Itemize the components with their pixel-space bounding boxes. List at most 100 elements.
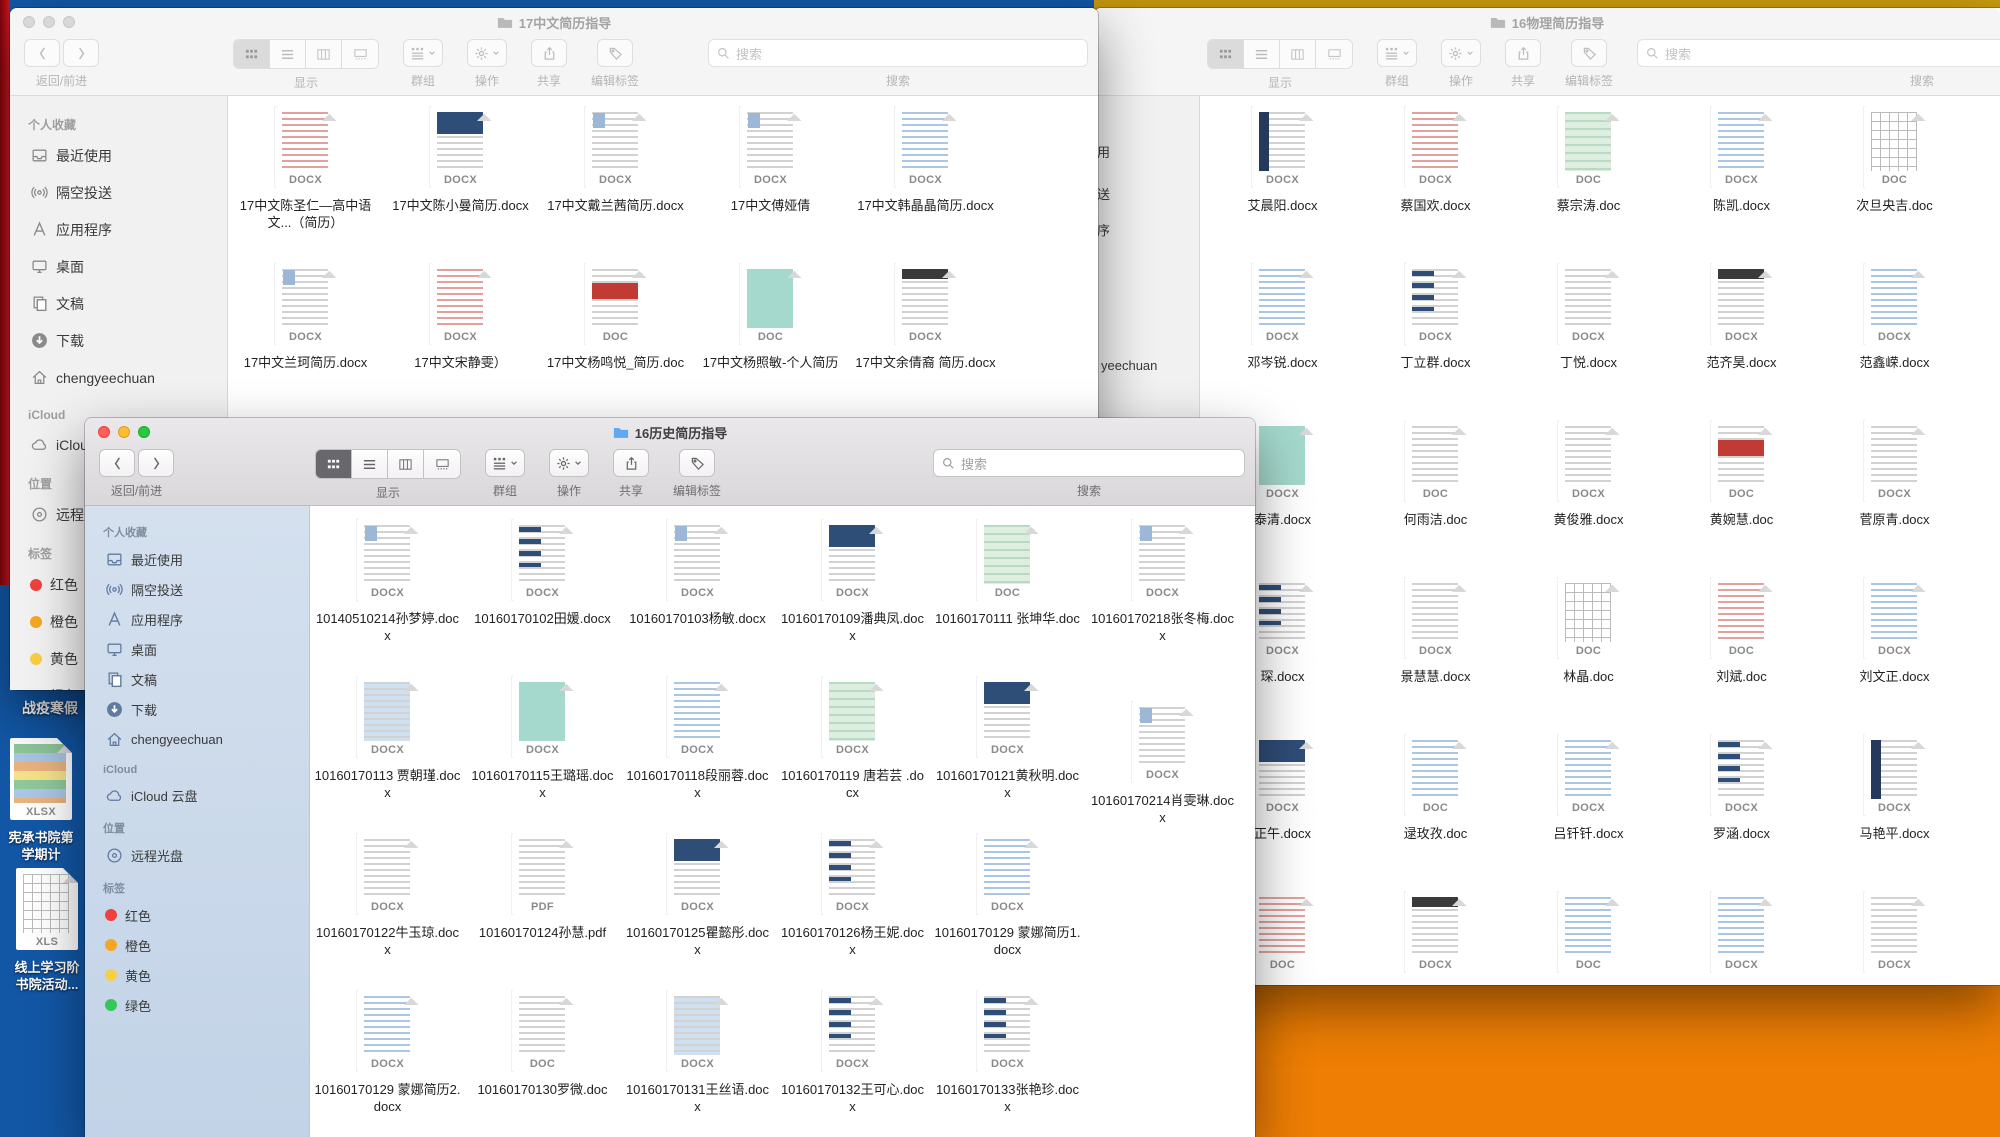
back-button[interactable] <box>24 39 60 67</box>
view-gallery-button[interactable] <box>424 450 460 478</box>
action-button[interactable] <box>549 449 589 477</box>
sidebar-item-黄色[interactable]: 黄色 <box>97 960 309 990</box>
file-item[interactable]: DOC逯玫孜.doc <box>1359 734 1512 891</box>
group-button[interactable] <box>403 39 443 67</box>
view-icons-button[interactable] <box>1208 40 1244 68</box>
file-item[interactable]: DOCX17中文陈小曼简历.docx <box>383 106 538 263</box>
file-item[interactable]: DOCX10160170218张冬梅.docx <box>1085 519 1240 676</box>
view-columns-button[interactable] <box>1280 40 1316 68</box>
file-item[interactable]: PDF10160170124孙慧.pdf <box>465 833 620 990</box>
file-item[interactable]: DOCX吕钎钎.docx <box>1512 734 1665 891</box>
edit-tags-button[interactable] <box>679 449 715 477</box>
sidebar-item-红色[interactable]: 红色 <box>97 900 309 930</box>
group-button[interactable] <box>1377 39 1417 67</box>
file-item[interactable]: DOCX艾晨阳.docx <box>1206 106 1359 263</box>
action-button[interactable] <box>1441 39 1481 67</box>
view-columns-button[interactable] <box>388 450 424 478</box>
sidebar-item-应用程序[interactable]: 应用程序 <box>97 604 309 634</box>
minimize-button[interactable] <box>118 426 130 438</box>
file-item[interactable]: DOCX陈凯.docx <box>1665 106 1818 263</box>
back-button[interactable] <box>99 449 135 477</box>
sidebar-item-fragment[interactable]: 用 <box>1097 142 1110 161</box>
finder-window-16-history[interactable]: 16历史简历指导 返回/前进 显示 <box>85 418 1255 1137</box>
sidebar-item-隔空投送[interactable]: 隔空投送 <box>22 174 227 211</box>
forward-button[interactable] <box>138 449 174 477</box>
sidebar-item-iCloud 云盘[interactable]: iCloud 云盘 <box>97 780 309 810</box>
share-button[interactable] <box>531 39 567 67</box>
file-item[interactable]: DOCX10160170113 贾朝瑾.docx <box>310 676 465 833</box>
sidebar-item-远程光盘[interactable]: 远程光盘 <box>97 840 309 870</box>
file-item[interactable]: DOC林晶.doc <box>1512 577 1665 734</box>
close-button[interactable] <box>23 16 35 28</box>
view-gallery-button[interactable] <box>342 40 378 68</box>
file-item[interactable]: DOCX17中文余倩裔 简历.docx <box>848 263 1003 420</box>
file-item[interactable]: DOC10160170111 张坤华.doc <box>930 519 1085 676</box>
file-item[interactable]: DOCX10160170103杨敏.docx <box>620 519 775 676</box>
file-item[interactable]: DOCX范鑫嵘.docx <box>1818 263 1971 420</box>
file-item[interactable]: DOCX17中文陈圣仁—高中语文...（简历） <box>228 106 383 263</box>
file-item[interactable]: DOCX10160170125瞿懿彤.docx <box>620 833 775 990</box>
sidebar-item-橙色[interactable]: 橙色 <box>97 930 309 960</box>
view-icons-button[interactable] <box>234 40 270 68</box>
zoom-button[interactable] <box>63 16 75 28</box>
file-item[interactable]: DOC <box>1512 891 1665 985</box>
view-list-button[interactable] <box>352 450 388 478</box>
file-item[interactable]: DOCX <box>1665 891 1818 985</box>
file-item[interactable]: DOCX丁立群.docx <box>1359 263 1512 420</box>
file-item[interactable]: DOC刘斌.doc <box>1665 577 1818 734</box>
file-item[interactable]: DOCX10160170121黄秋明.docx <box>930 676 1085 833</box>
titlebar[interactable]: 17中文简历指导 <box>10 8 1098 36</box>
file-item[interactable]: DOC蔡宗涛.doc <box>1512 106 1665 263</box>
share-button[interactable] <box>1505 39 1541 67</box>
sidebar-item-下载[interactable]: 下载 <box>97 694 309 724</box>
sidebar-item-下载[interactable]: 下载 <box>22 322 227 359</box>
file-item[interactable]: DOCX10160170126杨王妮.docx <box>775 833 930 990</box>
file-item[interactable]: DOC黄婉慧.doc <box>1665 420 1818 577</box>
close-button[interactable] <box>98 426 110 438</box>
edit-tags-button[interactable] <box>1571 39 1607 67</box>
file-item[interactable]: DOCX范齐昊.docx <box>1665 263 1818 420</box>
titlebar[interactable]: 16物理简历指导 <box>1094 8 2000 36</box>
search-input[interactable]: 搜索 <box>933 449 1245 477</box>
sidebar-item-桌面[interactable]: 桌面 <box>97 634 309 664</box>
titlebar[interactable]: 16历史简历指导 <box>85 418 1255 446</box>
file-item[interactable]: DOC次旦央吉.doc <box>1818 106 1971 263</box>
file-item[interactable]: DOC17中文杨照敏-个人简历 <box>693 263 848 420</box>
file-item[interactable]: DOCX景慧慧.docx <box>1359 577 1512 734</box>
file-item[interactable]: DOCX10160170118段丽蓉.docx <box>620 676 775 833</box>
file-item[interactable]: DOCX10160170129 蒙娜简历1.docx <box>930 833 1085 990</box>
sidebar-item-应用程序[interactable]: 应用程序 <box>22 211 227 248</box>
search-input[interactable]: 搜索 <box>1637 39 2000 67</box>
sidebar-item-隔空投送[interactable]: 隔空投送 <box>97 574 309 604</box>
file-item[interactable]: DOCX黄俊雅.docx <box>1512 420 1665 577</box>
file-item[interactable]: DOCX菅原青.docx <box>1818 420 1971 577</box>
share-button[interactable] <box>613 449 649 477</box>
file-item[interactable]: DOCX10160170214肖雯琳.docx <box>1085 676 1240 833</box>
file-item[interactable]: DOCX10160170115王璐瑶.docx <box>465 676 620 833</box>
sidebar-item-fragment[interactable]: yeechuan <box>1101 358 1157 373</box>
sidebar-item-文稿[interactable]: 文稿 <box>22 285 227 322</box>
view-gallery-button[interactable] <box>1316 40 1352 68</box>
file-item[interactable]: DOCX10160170133张艳珍.docx <box>930 990 1085 1137</box>
file-item[interactable]: DOC17中文杨鸣悦_简历.doc <box>538 263 693 420</box>
edit-tags-button[interactable] <box>597 39 633 67</box>
view-list-button[interactable] <box>1244 40 1280 68</box>
file-item[interactable]: DOCX <box>1359 891 1512 985</box>
group-button[interactable] <box>485 449 525 477</box>
action-button[interactable] <box>467 39 507 67</box>
file-item[interactable]: DOCX丁悦.docx <box>1512 263 1665 420</box>
sidebar-item-fragment[interactable]: 送 <box>1097 184 1110 203</box>
sidebar-item-最近使用[interactable]: 最近使用 <box>97 544 309 574</box>
file-item[interactable]: DOCX10160170102田媛.docx <box>465 519 620 676</box>
minimize-button[interactable] <box>43 16 55 28</box>
file-item[interactable]: DOCX10160170129 蒙娜简历2.docx <box>310 990 465 1137</box>
desktop-file-icon[interactable]: XLSX宪承书院第学期计 <box>0 738 96 863</box>
file-item[interactable]: DOCX10160170132王可心.docx <box>775 990 930 1137</box>
file-item[interactable]: DOCX10160170131王丝语.docx <box>620 990 775 1137</box>
file-item[interactable]: DOC10160170130罗微.doc <box>465 990 620 1137</box>
file-item[interactable]: DOCX10140510214孙梦婷.docx <box>310 519 465 676</box>
view-columns-button[interactable] <box>306 40 342 68</box>
file-item[interactable]: DOCX17中文宋静雯） <box>383 263 538 420</box>
sidebar-item-chengyeechuan[interactable]: chengyeechuan <box>22 359 227 396</box>
view-icons-button[interactable] <box>316 450 352 478</box>
